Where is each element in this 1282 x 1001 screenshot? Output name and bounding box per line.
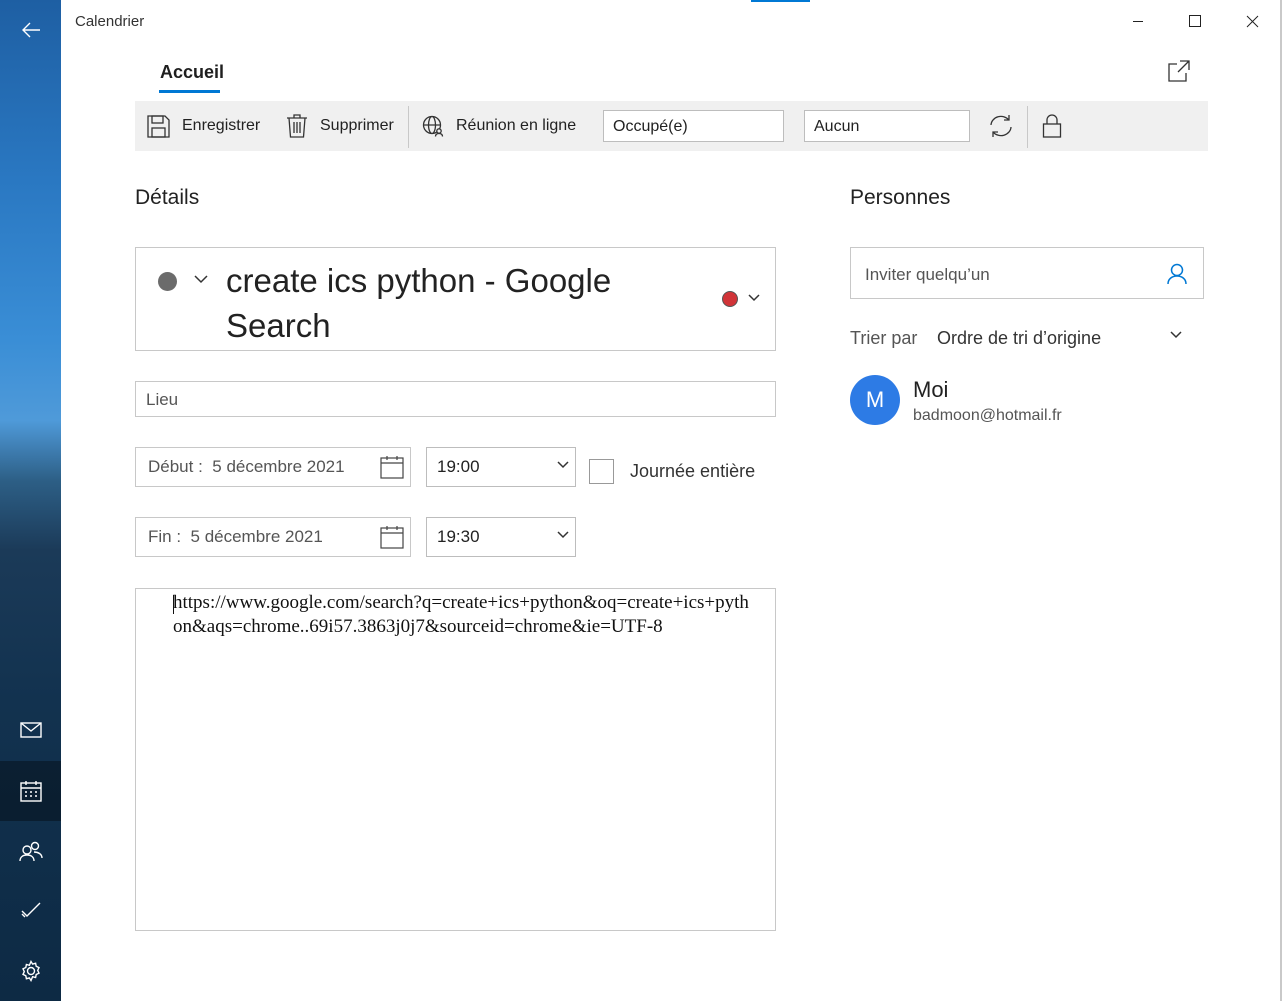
toolbar-divider	[1027, 106, 1028, 148]
notes-text: https://www.google.com/search?​q=create+…	[173, 592, 749, 637]
popout-button[interactable]	[1166, 58, 1192, 84]
people-icon	[18, 841, 43, 862]
start-date: 5 décembre 2021	[212, 457, 345, 476]
calendar-icon	[380, 526, 404, 549]
minimize-button[interactable]	[1109, 0, 1167, 42]
event-title-box: create ics python - Google Search	[135, 247, 776, 351]
end-time: 19:30	[437, 527, 480, 546]
show-as-dropdown[interactable]: Occupé(e)	[603, 110, 784, 142]
location-input[interactable]: Lieu	[135, 381, 776, 417]
category-color-dot[interactable]	[722, 291, 738, 307]
delete-label: Supprimer	[320, 117, 394, 134]
invite-input[interactable]: Inviter quelqu’un	[850, 247, 1204, 299]
sort-dropdown[interactable]: Ordre de tri d’origine	[937, 328, 1101, 349]
reminder-dropdown[interactable]: Aucun	[804, 110, 970, 142]
avatar: M	[850, 375, 900, 425]
nav-calendar[interactable]	[0, 761, 61, 821]
minimize-icon	[1133, 21, 1143, 22]
app-title: Calendrier	[75, 13, 145, 30]
calendar-color-dot[interactable]	[158, 272, 177, 291]
calendar-icon	[19, 781, 42, 802]
online-meeting-label: Réunion en ligne	[456, 117, 577, 134]
save-icon	[147, 114, 170, 138]
globe-people-icon	[422, 115, 444, 137]
delete-button[interactable]: Supprimer	[286, 101, 394, 151]
lock-icon	[1042, 114, 1062, 138]
private-button[interactable]	[1037, 101, 1067, 151]
end-date: 5 décembre 2021	[190, 527, 323, 546]
save-button[interactable]: Enregistrer	[147, 101, 260, 151]
person-icon[interactable]	[1167, 263, 1187, 285]
nav-todo[interactable]	[0, 880, 61, 940]
toolbar: Enregistrer Supprimer Réunion en ligne O…	[135, 101, 1208, 151]
tab-underline	[159, 90, 220, 93]
gear-icon	[21, 960, 40, 982]
end-time-select[interactable]: 19:30	[426, 517, 576, 557]
top-accent-line	[751, 0, 810, 2]
start-date-field[interactable]: Début : 5 décembre 2021	[135, 447, 411, 487]
all-day-label: Journée entière	[630, 461, 756, 481]
mail-icon	[19, 722, 42, 738]
repeat-icon	[990, 115, 1012, 137]
title-bar: Calendrier	[61, 0, 1282, 42]
invite-placeholder: Inviter quelqu’un	[865, 265, 990, 284]
repeat-button[interactable]	[986, 101, 1016, 151]
start-time-select[interactable]: 19:00	[426, 447, 576, 487]
maximize-icon	[1189, 15, 1201, 27]
calendar-icon	[380, 456, 404, 479]
start-time: 19:00	[437, 457, 480, 476]
event-subject[interactable]: create ics python - Google Search	[226, 258, 666, 348]
attendee-email: badmoon@hotmail.fr	[913, 407, 1062, 424]
nav-mail[interactable]	[0, 700, 61, 760]
save-label: Enregistrer	[182, 117, 261, 134]
toolbar-divider	[408, 106, 409, 148]
back-arrow-icon	[21, 22, 40, 38]
trash-icon	[287, 114, 307, 138]
online-meeting-button[interactable]: Réunion en ligne	[422, 101, 576, 151]
attendee-name: Moi	[913, 377, 949, 402]
close-icon	[1246, 15, 1258, 27]
chevron-down-icon[interactable]	[194, 275, 208, 284]
nav-settings[interactable]	[0, 941, 61, 1001]
maximize-button[interactable]	[1166, 0, 1224, 42]
todo-icon	[21, 902, 40, 918]
back-button[interactable]	[0, 0, 61, 60]
nav-people[interactable]	[0, 821, 61, 881]
end-date-field[interactable]: Fin : 5 décembre 2021	[135, 517, 411, 557]
chevron-down-icon[interactable]	[1170, 331, 1182, 339]
start-label: Début :	[148, 457, 203, 476]
text-caret	[173, 595, 174, 614]
location-placeholder: Lieu	[146, 390, 179, 409]
people-heading: Personnes	[850, 186, 951, 209]
details-heading: Détails	[135, 186, 200, 209]
popout-icon	[1168, 60, 1190, 82]
end-label: Fin :	[148, 527, 182, 546]
chevron-down-icon[interactable]	[748, 294, 760, 302]
chevron-down-icon	[557, 461, 569, 469]
nav-rail	[0, 0, 61, 1001]
close-button[interactable]	[1223, 0, 1281, 42]
notes-editor[interactable]: https://www.google.com/search?​q=create+…	[135, 588, 776, 931]
all-day-checkbox[interactable]	[589, 459, 614, 484]
tab-accueil[interactable]: Accueil	[160, 62, 224, 83]
chevron-down-icon	[557, 531, 569, 539]
sort-label: Trier par	[850, 328, 918, 348]
